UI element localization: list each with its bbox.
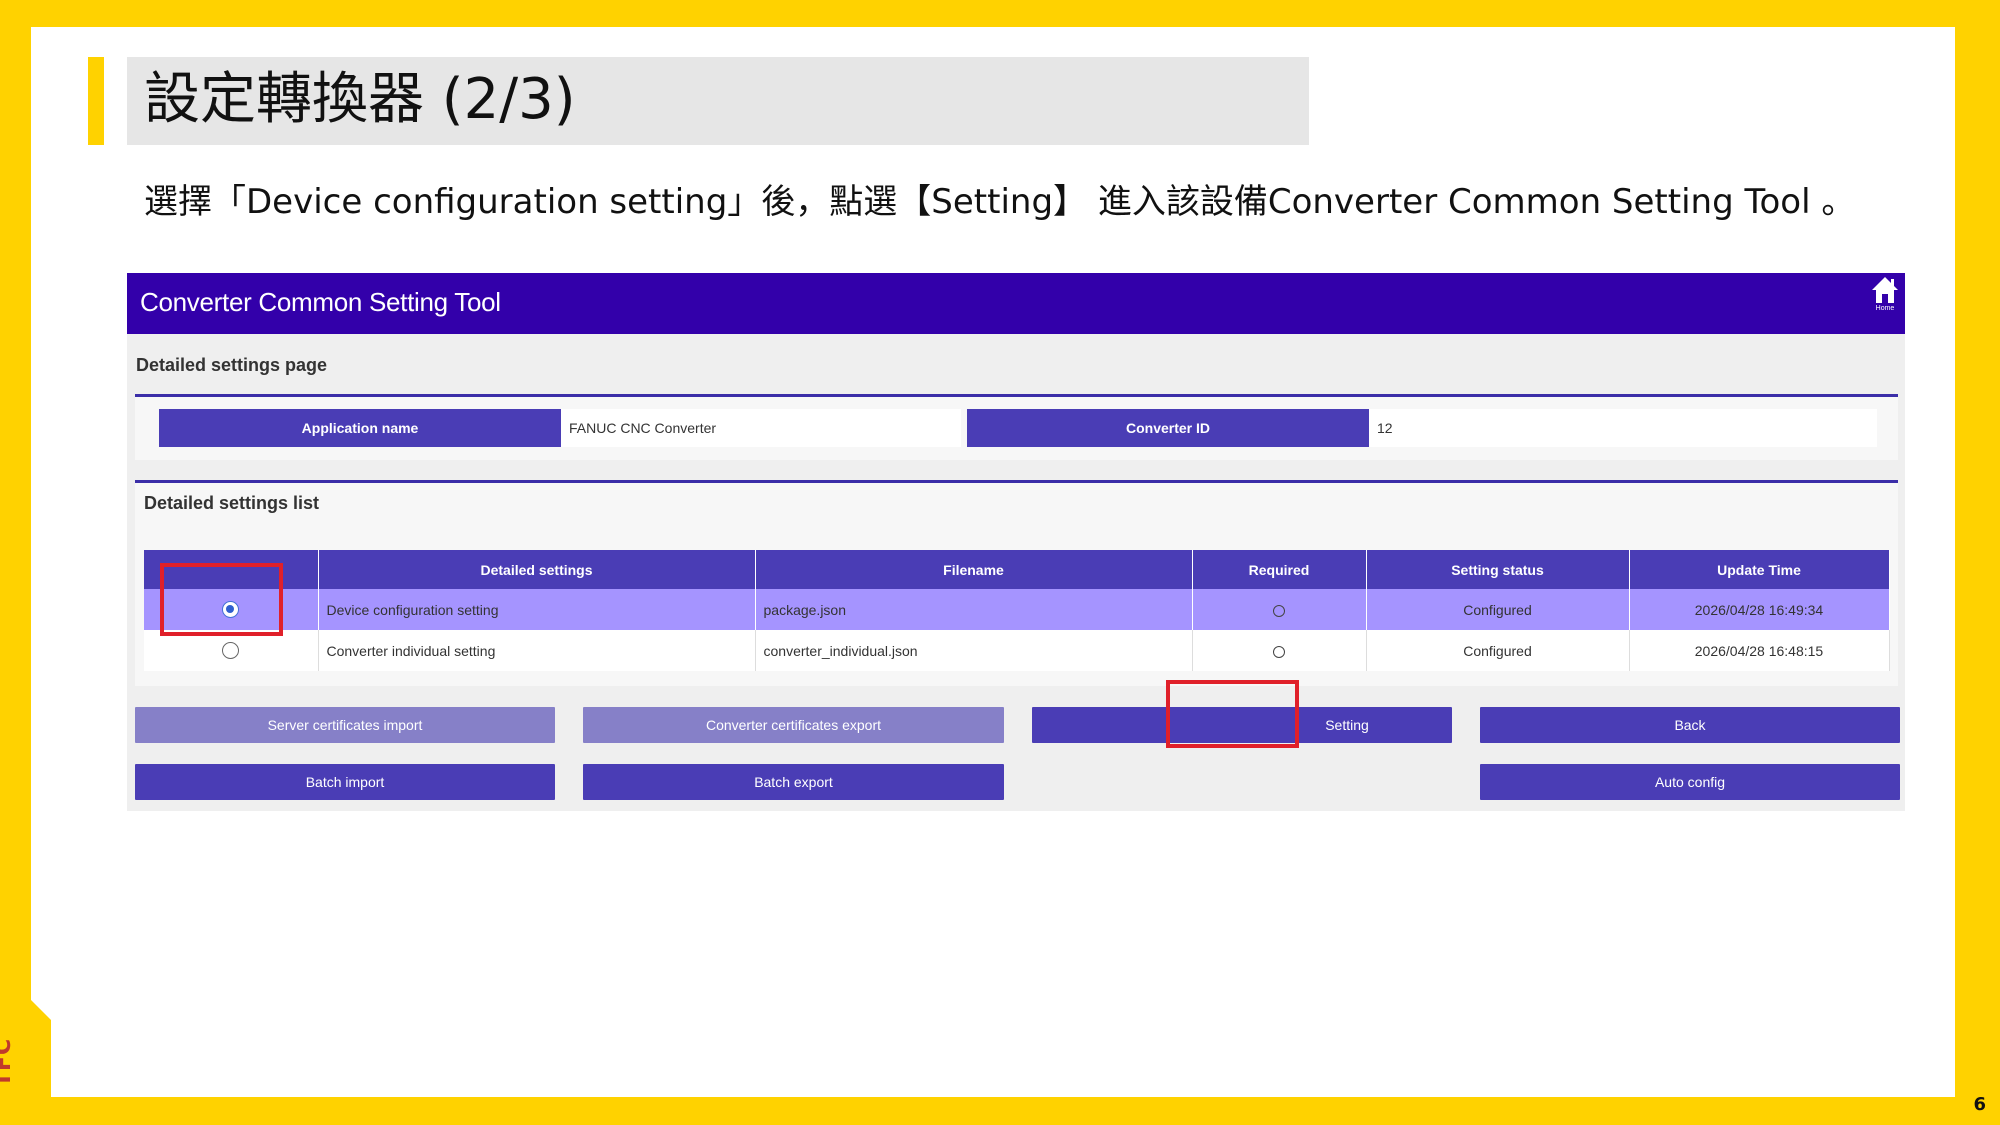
server-certificates-import-button[interactable]: Server certificates import bbox=[135, 707, 555, 743]
required-cell bbox=[1192, 630, 1367, 671]
highlight-box-radio bbox=[160, 563, 283, 636]
batch-import-button[interactable]: Batch import bbox=[135, 764, 555, 800]
highlight-box-setting bbox=[1166, 680, 1299, 748]
home-button[interactable]: Home bbox=[1867, 275, 1903, 321]
settings-list-panel: Detailed settings list Detailed settings… bbox=[135, 480, 1898, 686]
table-row[interactable]: Converter individual setting converter_i… bbox=[144, 630, 1890, 671]
required-circle-icon bbox=[1273, 645, 1285, 658]
settings-table: Detailed settings Filename Required Sett… bbox=[144, 550, 1890, 671]
column-header-update-time[interactable]: Update Time bbox=[1629, 550, 1890, 589]
info-panel: Application name FANUC CNC Converter Con… bbox=[135, 394, 1898, 460]
home-label: Home bbox=[1875, 305, 1895, 312]
app-title: Converter Common Setting Tool bbox=[140, 287, 501, 317]
column-header-required[interactable]: Required bbox=[1192, 550, 1367, 589]
row-select-cell[interactable] bbox=[144, 630, 319, 671]
update-time-cell: 2026/04/28 16:48:15 bbox=[1629, 630, 1890, 671]
corner-decoration bbox=[1955, 27, 2000, 127]
converter-certificates-export-button[interactable]: Converter certificates export bbox=[583, 707, 1004, 743]
batch-export-button[interactable]: Batch export bbox=[583, 764, 1004, 800]
setting-name-cell: Converter individual setting bbox=[318, 630, 756, 671]
column-header-filename[interactable]: Filename bbox=[755, 550, 1193, 589]
slide-description: 選擇「Device configuration setting」後，點選【Set… bbox=[144, 182, 1856, 222]
tfc-logo: TFC bbox=[0, 1037, 16, 1087]
status-cell: Configured bbox=[1366, 589, 1630, 630]
page-label: Detailed settings page bbox=[136, 355, 328, 375]
title-accent-bar bbox=[88, 57, 104, 145]
column-header-setting-status[interactable]: Setting status bbox=[1366, 550, 1630, 589]
update-time-cell: 2026/04/28 16:49:34 bbox=[1629, 589, 1890, 630]
app-name-label: Application name bbox=[159, 409, 561, 447]
app-window: Converter Common Setting Tool Home Detai… bbox=[127, 273, 1905, 811]
slide-title: 設定轉換器 (2/3) bbox=[144, 67, 576, 132]
page-number: 6 bbox=[1973, 1094, 1986, 1115]
column-header-detailed-settings[interactable]: Detailed settings bbox=[318, 550, 756, 589]
app-name-value: FANUC CNC Converter bbox=[561, 409, 961, 447]
back-button[interactable]: Back bbox=[1480, 707, 1900, 743]
list-label: Detailed settings list bbox=[144, 493, 320, 513]
status-cell: Configured bbox=[1366, 630, 1630, 671]
auto-config-button[interactable]: Auto config bbox=[1480, 764, 1900, 800]
table-header-row: Detailed settings Filename Required Sett… bbox=[144, 550, 1890, 589]
required-circle-icon bbox=[1273, 604, 1285, 617]
home-icon bbox=[1872, 277, 1898, 303]
filename-cell: converter_individual.json bbox=[755, 630, 1193, 671]
setting-name-cell: Device configuration setting bbox=[318, 589, 756, 630]
row-radio[interactable] bbox=[222, 642, 240, 660]
table-row[interactable]: Device configuration setting package.jso… bbox=[144, 589, 1890, 630]
app-header: Converter Common Setting Tool Home bbox=[127, 273, 1905, 334]
converter-id-label: Converter ID bbox=[967, 409, 1369, 447]
filename-cell: package.json bbox=[755, 589, 1193, 630]
converter-id-value: 12 bbox=[1369, 409, 1877, 447]
required-cell bbox=[1192, 589, 1367, 630]
